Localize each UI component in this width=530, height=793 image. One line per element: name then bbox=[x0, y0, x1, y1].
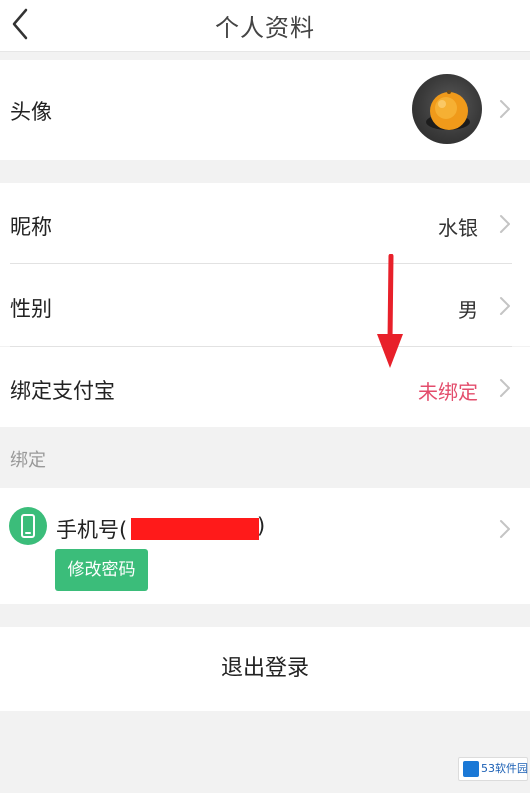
nickname-label: 昵称 bbox=[10, 215, 52, 239]
chevron-right-icon bbox=[500, 520, 510, 538]
logout-button[interactable]: 退出登录 bbox=[0, 627, 530, 711]
watermark-logo: 53软件园 bbox=[458, 757, 528, 781]
navigation-bar: 个人资料 bbox=[0, 0, 530, 52]
watermark-text: 53软件园 bbox=[481, 762, 528, 775]
chevron-right-icon bbox=[500, 100, 510, 118]
avatar-image bbox=[426, 90, 470, 130]
chevron-right-icon bbox=[500, 297, 510, 315]
nickname-value: 水银 bbox=[438, 216, 478, 240]
change-password-button[interactable]: 修改密码 bbox=[55, 549, 148, 591]
alipay-status: 未绑定 bbox=[418, 380, 478, 404]
gender-value: 男 bbox=[458, 298, 478, 322]
gender-row[interactable]: 性别 男 bbox=[0, 264, 530, 346]
gender-label: 性别 bbox=[10, 297, 52, 321]
annotation-arrow-icon bbox=[377, 254, 403, 368]
alipay-label: 绑定支付宝 bbox=[10, 379, 115, 403]
page-title: 个人资料 bbox=[215, 14, 315, 42]
chevron-right-icon bbox=[500, 215, 510, 233]
phone-number-label: 手机号( bbox=[56, 518, 128, 542]
section-header-binding: 绑定 bbox=[10, 450, 46, 471]
alipay-binding-row[interactable]: 绑定支付宝 未绑定 bbox=[0, 347, 530, 427]
nickname-row[interactable]: 昵称 水银 bbox=[0, 183, 530, 264]
avatar-label: 头像 bbox=[10, 100, 52, 124]
avatar[interactable] bbox=[412, 74, 482, 144]
redacted-phone-number bbox=[131, 518, 259, 540]
phone-label-close: ) bbox=[257, 514, 266, 538]
chevron-right-icon bbox=[500, 379, 510, 397]
watermark-icon bbox=[463, 761, 479, 777]
phone-icon bbox=[9, 507, 47, 545]
